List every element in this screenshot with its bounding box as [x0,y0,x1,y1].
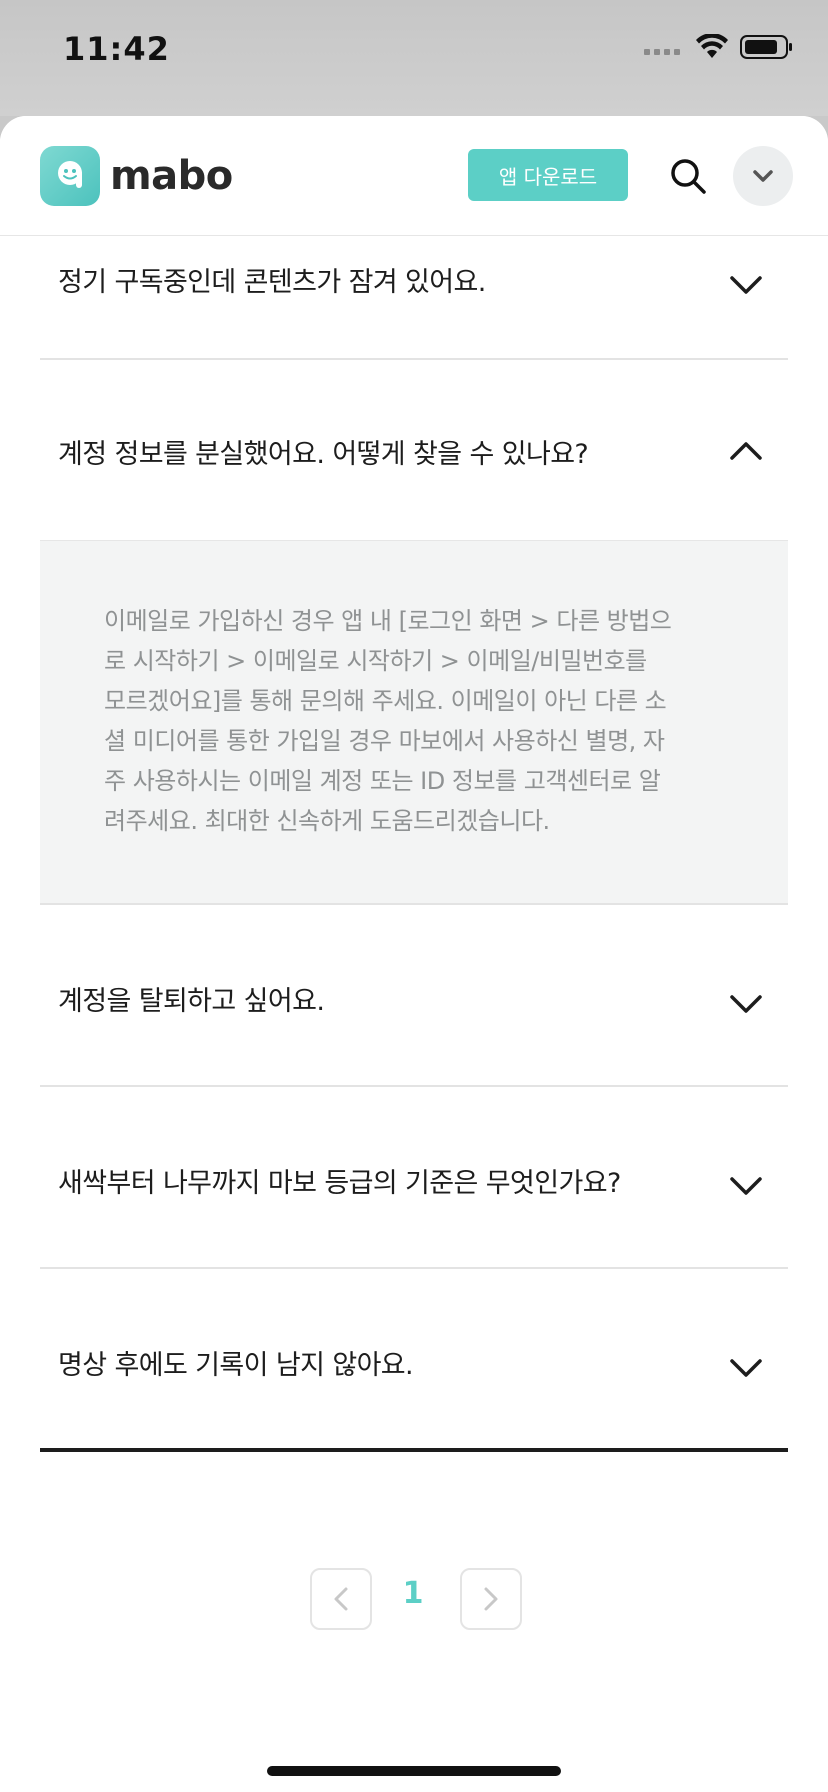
faq-item-last: 명상 후에도 기록이 남지 않아요. [40,1269,788,1449]
next-page-button[interactable] [460,1568,522,1630]
faq-question-text: 명상 후에도 기록이 남지 않아요. [58,1350,414,1381]
faq-question-text: 정기 구독중인데 콘텐츠가 잠겨 있어요. [58,267,486,298]
faq-answer: 이메일로 가입하신 경우 앱 내 [로그인 화면 > 다른 방법으 로 시작하기… [40,540,788,903]
faq-item: 계정을 탈퇴하고 싶어요. [40,905,788,1087]
faq-question-text: 계정을 탈퇴하고 싶어요. [58,986,325,1017]
chevron-right-icon [484,1587,498,1611]
faq-question-row[interactable]: 계정 정보를 분실했어요. 어떻게 찾을 수 있나요? [40,360,788,540]
faq-item: 정기 구독중인데 콘텐츠가 잠겨 있어요. [40,186,788,360]
faq-question-text: 계정 정보를 분실했어요. 어떻게 찾을 수 있나요? [58,439,589,470]
faq-question-text: 새싹부터 나무까지 마보 등급의 기준은 무엇인가요? [58,1168,621,1199]
faq-answer-line: 로 시작하기 > 이메일로 시작하기 > 이메일/비밀번호를 [104,647,647,675]
faq-item: 새싹부터 나무까지 마보 등급의 기준은 무엇인가요? [40,1087,788,1269]
status-icons [644,33,794,64]
status-time: 11:42 [63,30,170,68]
faq-answer-line: 셜 미디어를 통한 가입일 경우 마보에서 사용하신 별명, 자 [104,727,665,755]
previous-page-button[interactable] [310,1568,372,1630]
chevron-left-icon [334,1587,348,1611]
chevron-down-icon [726,264,766,304]
faq-list: 정기 구독중인데 콘텐츠가 잠겨 있어요. 계정 정보를 분실했어요. 어떻게 … [40,186,788,1449]
faq-question-row[interactable]: 정기 구독중인데 콘텐츠가 잠겨 있어요. [40,186,788,358]
faq-answer-line: 모르겠어요]를 통해 문의해 주세요. 이메일이 아닌 다른 소 [104,687,667,715]
chevron-up-icon [726,430,766,470]
wifi-icon [696,33,728,64]
faq-answer-line: 려주세요. 최대한 신속하게 도움드리겠습니다. [104,807,550,835]
home-indicator [267,1766,561,1776]
battery-icon [740,34,794,64]
web-sheet: mabo 앱 다운로드 정기 구독중인데 콘텐츠가 잠겨 있어요. 계정 정보를… [0,116,828,1792]
chevron-down-icon [726,983,766,1023]
faq-question-row[interactable]: 명상 후에도 기록이 남지 않아요. [40,1269,788,1449]
current-page-number[interactable]: 1 [398,1576,428,1611]
faq-answer-line: 주 사용하시는 이메일 계정 또는 ID 정보를 고객센터로 알 [104,767,661,795]
faq-question-row[interactable]: 계정을 탈퇴하고 싶어요. [40,905,788,1085]
chevron-down-icon [726,1165,766,1205]
chevron-down-icon [726,1347,766,1387]
faq-answer-line: 이메일로 가입하신 경우 앱 내 [로그인 화면 > 다른 방법으 [104,607,672,635]
faq-list-end-divider [40,1448,788,1452]
status-bar: 11:42 [0,0,828,116]
pagination: 1 [0,1568,828,1630]
cellular-signal-icon [644,40,684,59]
faq-question-row[interactable]: 새싹부터 나무까지 마보 등급의 기준은 무엇인가요? [40,1087,788,1267]
faq-item-expanded: 계정 정보를 분실했어요. 어떻게 찾을 수 있나요? 이메일로 가입하신 경우… [40,360,788,905]
